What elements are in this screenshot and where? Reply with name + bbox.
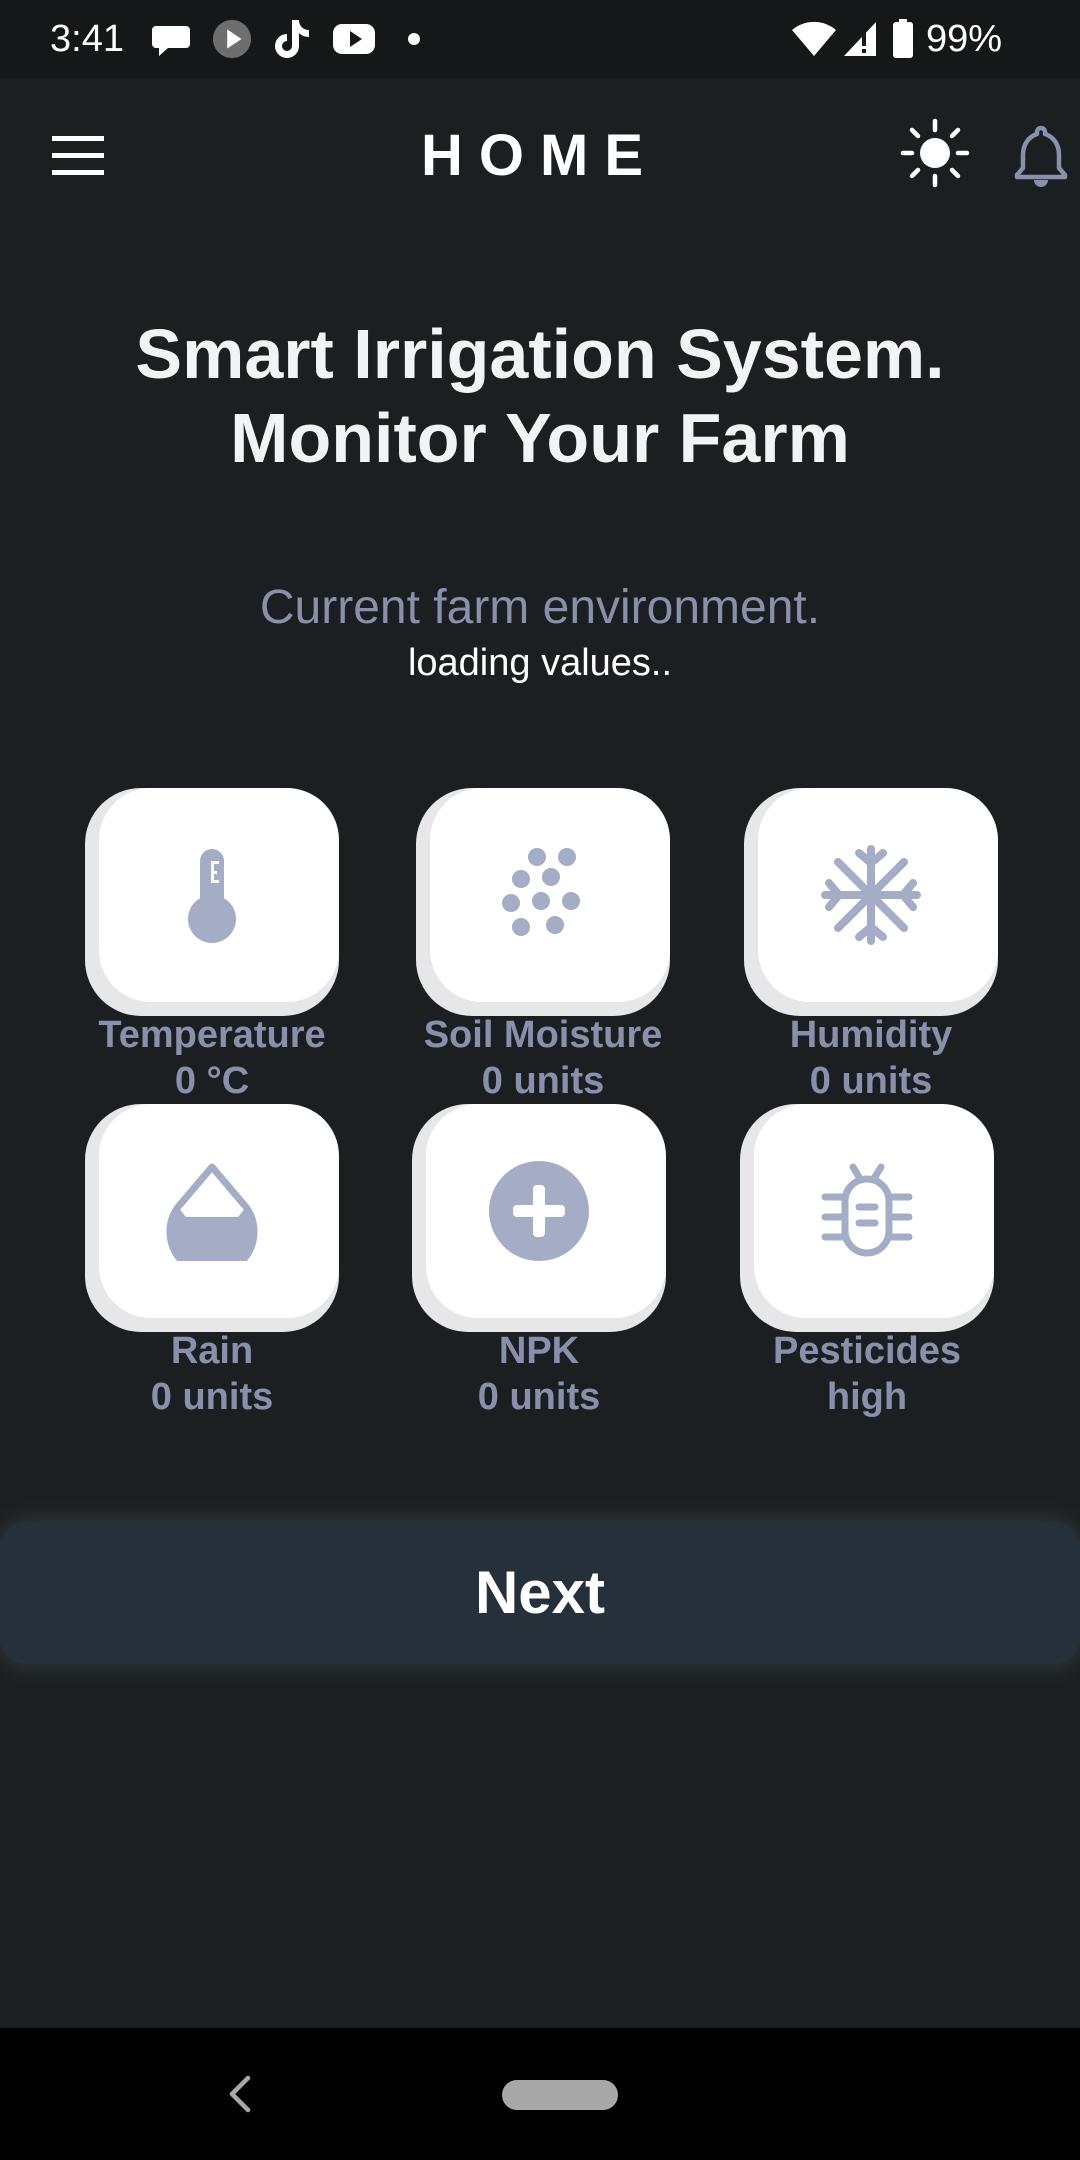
- app-screen: 3:41 99% HOME Smart Irrigation System. M…: [0, 0, 1080, 2160]
- sensor-value: 0 units: [477, 1376, 601, 1418]
- sensor-label-npk: NPK 0 units: [369, 1328, 709, 1420]
- next-button[interactable]: Next: [0, 1522, 1080, 1664]
- water-drop-icon: [166, 1163, 258, 1261]
- dot-icon: [408, 33, 420, 45]
- tiktok-icon: [275, 20, 309, 58]
- headline-line-1: Smart Irrigation System.: [135, 315, 945, 393]
- sensor-tile-npk[interactable]: [412, 1104, 666, 1332]
- bug-icon: [821, 1163, 913, 1257]
- app-bar: HOME: [0, 78, 1080, 230]
- sensor-label-pesticides: Pesticides high: [697, 1328, 1037, 1420]
- bell-icon[interactable]: [1010, 122, 1072, 188]
- home-pill[interactable]: [502, 2080, 618, 2110]
- sensor-label-humidity: Humidity 0 units: [701, 1012, 1041, 1104]
- thermometer-icon: [188, 849, 236, 943]
- sensor-name: Pesticides: [773, 1330, 961, 1372]
- sensor-tile-pesticides[interactable]: [740, 1104, 994, 1332]
- sensor-value: 0 °C: [174, 1060, 250, 1102]
- snowflake-icon: [821, 845, 921, 945]
- sensor-name: NPK: [498, 1330, 580, 1372]
- status-bar: 3:41 99%: [0, 0, 1080, 78]
- sun-icon[interactable]: [900, 118, 970, 188]
- system-nav-bar: [0, 2028, 1080, 2160]
- sensor-name: Rain: [170, 1330, 254, 1372]
- youtube-icon: [333, 24, 375, 54]
- signal-icon: [844, 22, 876, 56]
- wifi-icon: [792, 21, 836, 56]
- headline-line-2: Monitor Your Farm: [230, 399, 850, 477]
- sensor-value: 0 units: [481, 1060, 605, 1102]
- plus-circle-icon: [489, 1161, 589, 1261]
- status-time: 3:41: [50, 18, 124, 60]
- sensor-tile-soil-moisture[interactable]: [416, 788, 670, 1016]
- subhead: Current farm environment.: [259, 581, 821, 634]
- battery-percent: 99%: [925, 18, 1002, 60]
- sensor-label-rain: Rain 0 units: [42, 1328, 382, 1420]
- sensor-label-soil-moisture: Soil Moisture 0 units: [373, 1012, 713, 1104]
- messages-icon: [152, 26, 190, 56]
- sensor-tile-humidity[interactable]: [744, 788, 998, 1016]
- sensor-name: Humidity: [789, 1014, 953, 1056]
- headline: Smart Irrigation System. Monitor Your Fa…: [0, 312, 1080, 480]
- sensor-tile-rain[interactable]: [85, 1104, 339, 1332]
- sensor-tile-temperature[interactable]: [85, 788, 339, 1016]
- sensor-name: Soil Moisture: [423, 1014, 663, 1056]
- sensor-label-temperature: Temperature 0 °C: [42, 1012, 382, 1104]
- play-icon: [212, 19, 252, 59]
- soil-dots-icon: [502, 848, 580, 936]
- loading-status: loading values..: [407, 642, 673, 684]
- sensor-value: high: [826, 1376, 908, 1418]
- battery-icon: [893, 19, 913, 58]
- back-icon[interactable]: [222, 2074, 258, 2114]
- sensor-name: Temperature: [98, 1014, 326, 1056]
- sensor-value: 0 units: [809, 1060, 933, 1102]
- sensor-value: 0 units: [150, 1376, 274, 1418]
